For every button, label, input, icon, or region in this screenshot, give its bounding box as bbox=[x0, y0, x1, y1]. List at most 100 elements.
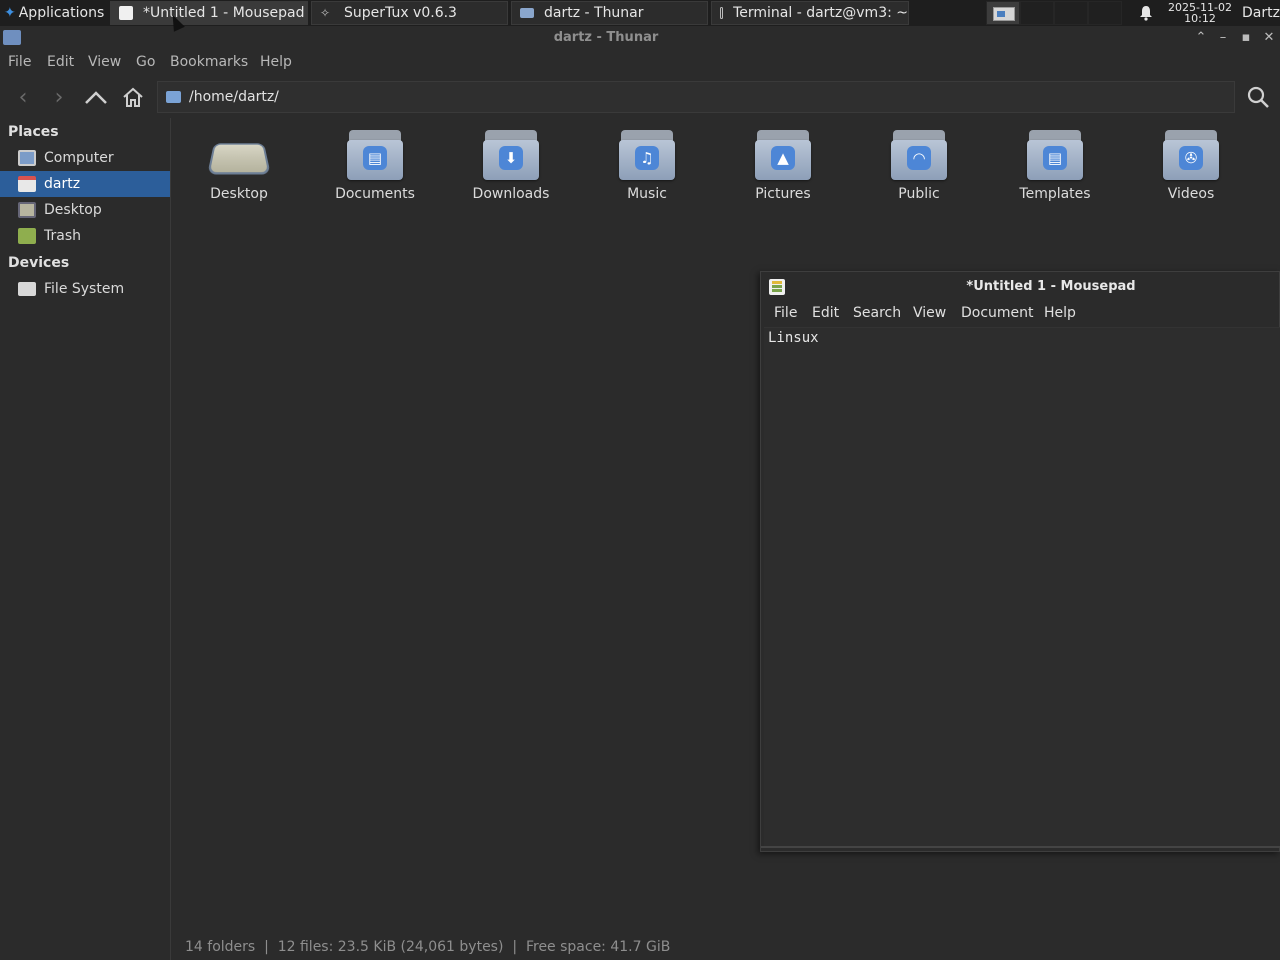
drive-icon bbox=[18, 282, 36, 296]
sidebar-item-dartz[interactable]: dartz bbox=[0, 171, 170, 197]
sidebar-item-label: dartz bbox=[44, 176, 81, 192]
menu-file[interactable]: File bbox=[774, 305, 797, 321]
file-item-templates[interactable]: ▤ Templates bbox=[995, 128, 1115, 218]
menu-search[interactable]: Search bbox=[853, 305, 901, 321]
file-item-music[interactable]: ♫ Music bbox=[587, 128, 707, 218]
taskbar-button-terminal[interactable]: Terminal - dartz@vm3: ~ bbox=[711, 1, 909, 25]
editor-content: Linsux bbox=[768, 330, 819, 346]
menu-bookmarks[interactable]: Bookmarks bbox=[170, 54, 248, 70]
task-title: SuperTux v0.6.3 bbox=[344, 5, 457, 21]
workspace-4[interactable] bbox=[1088, 1, 1122, 25]
game-icon: ✧ bbox=[320, 6, 331, 20]
text-editor-area[interactable]: Linsux bbox=[764, 327, 1280, 848]
file-item-public[interactable]: ◠ Public bbox=[859, 128, 979, 218]
sidebar: Places Computer dartz Desktop Trash Devi… bbox=[0, 118, 171, 960]
sidebar-item-label: File System bbox=[44, 281, 125, 297]
thunar-window-title: dartz - Thunar bbox=[553, 30, 659, 45]
desktop-icon bbox=[207, 143, 271, 175]
forward-arrow-icon[interactable]: › bbox=[44, 82, 74, 112]
shade-button[interactable]: ⌃ bbox=[1192, 29, 1210, 47]
close-button[interactable]: ✕ bbox=[1260, 29, 1278, 47]
thunar-toolbar: ‹ › /home/dartz/ bbox=[0, 78, 1280, 116]
devices-heading: Devices bbox=[8, 255, 70, 271]
sidebar-item-label: Desktop bbox=[44, 202, 102, 218]
status-text: 14 folders | 12 files: 23.5 KiB (24,061 … bbox=[185, 939, 671, 955]
sidebar-item-file-system[interactable]: File System bbox=[0, 276, 170, 302]
sidebar-item-label: Computer bbox=[44, 150, 114, 166]
desktop-icon bbox=[18, 202, 36, 218]
trash-icon bbox=[18, 228, 36, 244]
file-label: Desktop bbox=[210, 186, 268, 202]
menu-help[interactable]: Help bbox=[260, 54, 292, 70]
workspace-3[interactable] bbox=[1054, 1, 1088, 25]
applications-menu[interactable]: ✦ Applications bbox=[0, 0, 110, 26]
task-title: Terminal - dartz@vm3: ~ bbox=[733, 5, 908, 21]
minimize-button[interactable]: – bbox=[1214, 29, 1232, 47]
menu-edit[interactable]: Edit bbox=[47, 54, 74, 70]
user-name: Dartz bbox=[1242, 5, 1280, 21]
menu-go[interactable]: Go bbox=[136, 54, 155, 70]
menu-view[interactable]: View bbox=[88, 54, 121, 70]
file-label: Pictures bbox=[755, 186, 811, 202]
task-title: dartz - Thunar bbox=[544, 5, 644, 21]
menu-file[interactable]: File bbox=[8, 54, 31, 70]
workspace-2[interactable] bbox=[1020, 1, 1054, 25]
home-icon[interactable] bbox=[118, 82, 148, 112]
thunar-menubar: File Edit View Go Bookmarks Help bbox=[0, 52, 1280, 74]
file-label: Downloads bbox=[472, 186, 550, 202]
notification-bell-icon[interactable] bbox=[1136, 0, 1156, 26]
videos-folder-icon: ✇ bbox=[1163, 130, 1219, 180]
file-item-videos[interactable]: ✇ Videos bbox=[1131, 128, 1251, 218]
sidebar-item-desktop[interactable]: Desktop bbox=[0, 197, 170, 223]
file-label: Templates bbox=[1019, 186, 1091, 202]
user-menu[interactable]: Dartz bbox=[1242, 0, 1280, 26]
thunar-titlebar[interactable]: dartz - Thunar ⌃ – ▪ ✕ bbox=[0, 26, 1280, 50]
file-item-pictures[interactable]: ▲ Pictures bbox=[723, 128, 843, 218]
taskbar-button-thunar[interactable]: dartz - Thunar bbox=[511, 1, 708, 25]
mousepad-titlebar[interactable]: *Untitled 1 - Mousepad bbox=[761, 272, 1280, 302]
clock[interactable]: 2025-11-02 10:12 bbox=[1166, 0, 1234, 26]
file-label: Music bbox=[627, 186, 667, 202]
menu-view[interactable]: View bbox=[913, 305, 946, 321]
menu-help[interactable]: Help bbox=[1044, 305, 1076, 321]
folder-icon bbox=[520, 8, 534, 18]
folder-icon bbox=[166, 91, 181, 103]
places-heading: Places bbox=[8, 124, 59, 140]
taskbar-button-supertux[interactable]: ✧ SuperTux v0.6.3 bbox=[311, 1, 508, 25]
pictures-folder-icon: ▲ bbox=[755, 130, 811, 180]
templates-folder-icon: ▤ bbox=[1027, 130, 1083, 180]
file-label: Public bbox=[898, 186, 940, 202]
file-item-documents[interactable]: ▤ Documents bbox=[315, 128, 435, 218]
documents-folder-icon: ▤ bbox=[347, 130, 403, 180]
sidebar-item-label: Trash bbox=[44, 228, 81, 244]
taskbar-button-mousepad[interactable]: *Untitled 1 - Mousepad bbox=[110, 1, 308, 25]
mousepad-window-title: *Untitled 1 - Mousepad bbox=[966, 279, 1136, 294]
clock-time: 10:12 bbox=[1184, 12, 1216, 25]
search-icon[interactable] bbox=[1242, 82, 1274, 112]
sidebar-item-trash[interactable]: Trash bbox=[0, 223, 170, 249]
music-folder-icon: ♫ bbox=[619, 130, 675, 180]
back-arrow-icon[interactable]: ‹ bbox=[8, 82, 38, 112]
file-label: Videos bbox=[1167, 186, 1215, 202]
maximize-button[interactable]: ▪ bbox=[1237, 29, 1255, 47]
workspace-1[interactable] bbox=[986, 1, 1020, 25]
status-bar: 14 folders | 12 files: 23.5 KiB (24,061 … bbox=[172, 934, 1280, 960]
xfce-logo-icon: ✦ bbox=[4, 5, 16, 21]
downloads-folder-icon: ⬇ bbox=[483, 130, 539, 180]
up-arrow-icon[interactable] bbox=[81, 82, 111, 112]
mousepad-window[interactable]: *Untitled 1 - Mousepad File Edit Search … bbox=[760, 271, 1280, 852]
file-label: Documents bbox=[335, 186, 415, 202]
applications-label: Applications bbox=[18, 5, 105, 21]
file-item-desktop[interactable]: Desktop bbox=[179, 128, 299, 218]
location-bar[interactable]: /home/dartz/ bbox=[157, 81, 1235, 113]
computer-icon bbox=[18, 150, 36, 166]
file-item-downloads[interactable]: ⬇ Downloads bbox=[451, 128, 571, 218]
mousepad-bottom-border bbox=[761, 846, 1280, 851]
menu-document[interactable]: Document bbox=[961, 305, 1034, 321]
terminal-icon bbox=[720, 7, 724, 19]
public-folder-icon: ◠ bbox=[891, 130, 947, 180]
menu-edit[interactable]: Edit bbox=[812, 305, 839, 321]
sidebar-item-computer[interactable]: Computer bbox=[0, 145, 170, 171]
home-icon bbox=[18, 176, 36, 192]
mousepad-menubar: File Edit Search View Document Help bbox=[761, 302, 1280, 326]
